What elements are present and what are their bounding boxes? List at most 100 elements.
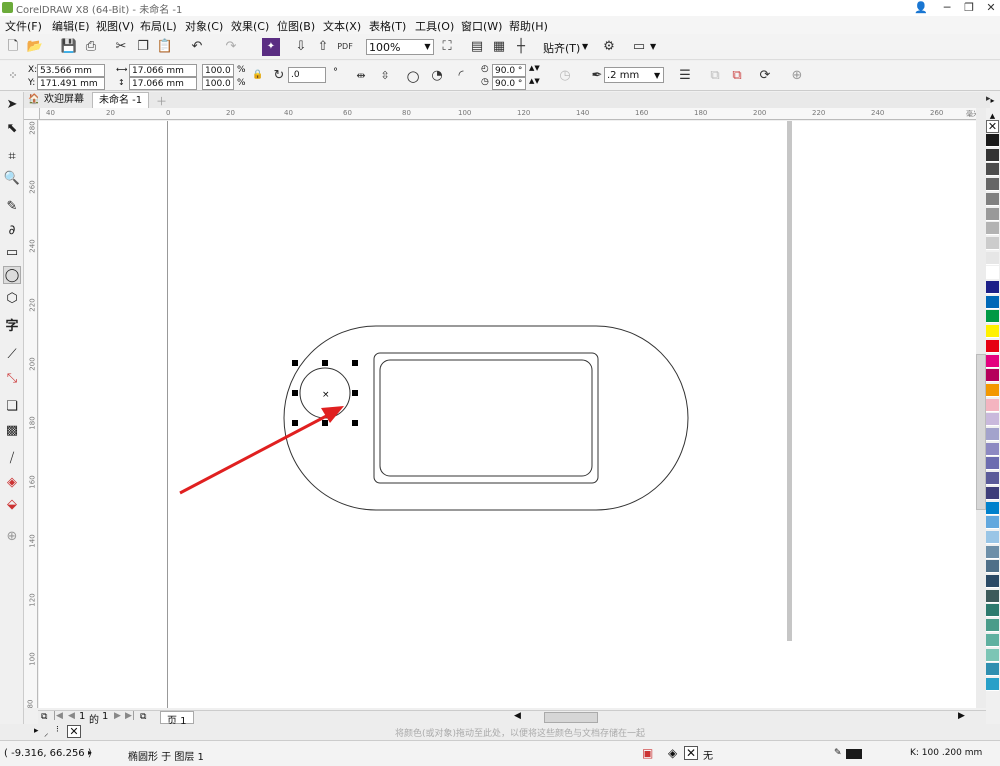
first-page-icon[interactable]: |◀ — [53, 711, 63, 721]
color-swatch[interactable] — [986, 413, 999, 427]
color-swatch[interactable] — [986, 383, 999, 397]
color-swatch[interactable] — [986, 589, 999, 603]
object-origin-icon[interactable]: ⁘ — [4, 67, 22, 85]
color-swatch[interactable] — [986, 619, 999, 633]
menu-window[interactable]: 窗口(W) — [461, 18, 502, 34]
connector-tool-icon[interactable]: ⤡ — [3, 370, 21, 388]
paste-icon[interactable]: 📋 — [156, 38, 174, 56]
color-swatch[interactable] — [986, 663, 999, 677]
fill-none-swatch[interactable]: ✕ — [684, 746, 698, 760]
show-rulers-icon[interactable]: ▤ — [468, 38, 486, 56]
menu-edit[interactable]: 编辑(E) — [52, 18, 90, 34]
menu-table[interactable]: 表格(T) — [369, 18, 406, 34]
menu-file[interactable]: 文件(F) — [5, 18, 42, 34]
smart-fill-tool-icon[interactable]: ⬙ — [3, 496, 21, 514]
color-swatch[interactable] — [986, 457, 999, 471]
color-swatch[interactable] — [986, 369, 999, 383]
redo-icon[interactable]: ↷ — [222, 38, 240, 56]
mirror-horizontal-icon[interactable]: ⇹ — [352, 67, 370, 85]
artistic-media-tool-icon[interactable]: ∂ — [3, 222, 21, 240]
previous-page-icon[interactable]: ◀ — [68, 711, 75, 721]
chevron-down-icon[interactable]: ▼ — [650, 42, 656, 51]
menu-text[interactable]: 文本(X) — [323, 18, 361, 34]
new-document-icon[interactable]: 🗋 — [4, 38, 22, 56]
outline-color-swatch[interactable] — [846, 749, 862, 759]
crop-tool-icon[interactable]: ⌗ — [3, 148, 21, 166]
color-swatch[interactable] — [986, 633, 999, 647]
color-swatch[interactable] — [986, 266, 999, 280]
color-swatch[interactable] — [986, 428, 999, 441]
last-page-icon[interactable]: ▶| — [125, 711, 135, 721]
snap-to-dropdown[interactable]: 贴齐(T) — [543, 40, 580, 56]
show-guidelines-icon[interactable]: ┼ — [512, 38, 530, 56]
cut-icon[interactable]: ✂ — [112, 38, 130, 56]
color-swatch[interactable] — [986, 325, 999, 339]
width-field[interactable]: 17.066 mm — [129, 64, 197, 77]
status-arrow-icon[interactable]: ▸ — [88, 748, 92, 757]
export-icon[interactable]: ⇧ — [314, 38, 332, 56]
convert-to-curves-icon[interactable]: ⟳ — [756, 67, 774, 85]
close-button[interactable]: ✕ — [980, 0, 1000, 16]
interactive-fill-tool-icon[interactable]: ◈ — [3, 474, 21, 492]
chevron-down-icon[interactable]: ▼ — [654, 71, 660, 80]
color-swatch[interactable] — [986, 545, 999, 559]
undo-icon[interactable]: ↶ — [188, 38, 206, 56]
add-page-icon[interactable]: ⧉ — [140, 712, 146, 722]
color-swatch[interactable] — [986, 398, 999, 412]
color-swatch[interactable] — [986, 677, 999, 691]
color-swatch[interactable] — [986, 516, 999, 530]
rectangle-tool-icon[interactable]: ▭ — [3, 244, 21, 262]
no-color-swatch[interactable]: ✕ — [67, 725, 81, 738]
horizontal-ruler[interactable]: 40 20 0 20 40 60 80 100 120 140 160 180 … — [40, 108, 986, 120]
shape-tool-icon[interactable]: ⬉ — [3, 120, 21, 138]
color-swatch[interactable] — [986, 222, 999, 236]
y-position-field[interactable]: 171.491 mm — [37, 77, 105, 90]
menu-effects[interactable]: 效果(C) — [231, 18, 269, 34]
copy-icon[interactable]: ❐ — [134, 38, 152, 56]
account-icon[interactable]: 👤 — [910, 0, 932, 16]
color-swatch[interactable] — [986, 134, 999, 147]
color-swatch[interactable] — [986, 310, 999, 324]
vertical-scroll-thumb[interactable] — [976, 354, 986, 510]
import-icon[interactable]: ⇩ — [292, 38, 310, 56]
color-swatch[interactable] — [986, 192, 999, 206]
publish-pdf-icon[interactable]: PDF — [336, 38, 354, 56]
color-swatch[interactable] — [986, 148, 999, 162]
color-swatch[interactable] — [986, 178, 999, 192]
start-angle-field[interactable]: 90.0 ° — [492, 64, 526, 77]
scroll-right-icon[interactable]: ▶ — [958, 711, 965, 721]
palette-arrow-icon[interactable]: ▸ — [986, 96, 999, 108]
color-swatch[interactable] — [986, 236, 999, 250]
rotation-angle-field[interactable]: .0 — [288, 67, 326, 83]
height-field[interactable]: 17.066 mm — [129, 77, 197, 90]
palette-menu-icon[interactable]: ▸ — [34, 726, 39, 736]
pie-mode-icon[interactable]: ◔ — [428, 67, 446, 85]
open-icon[interactable]: 📂 — [26, 38, 44, 56]
menu-view[interactable]: 视图(V) — [96, 18, 134, 34]
horizontal-scroll-thumb[interactable] — [544, 712, 598, 723]
color-swatch[interactable] — [986, 163, 999, 177]
color-swatch[interactable] — [986, 251, 999, 265]
menu-layout[interactable]: 布局(L) — [140, 18, 177, 34]
menu-tools[interactable]: 工具(O) — [415, 18, 454, 34]
palette-options-icon[interactable]: ⁝ — [56, 725, 59, 735]
tab-untitled-document[interactable]: 未命名 -1 — [92, 92, 150, 108]
pick-tool-icon[interactable]: ➤ — [3, 96, 21, 114]
color-swatch[interactable] — [986, 354, 999, 368]
color-swatch[interactable] — [986, 295, 999, 309]
color-swatch[interactable] — [986, 472, 999, 486]
no-color-swatch[interactable]: ✕ — [986, 120, 999, 133]
arc-mode-icon[interactable]: ◜ — [452, 67, 470, 85]
to-back-icon[interactable]: ⧉ — [728, 67, 746, 85]
show-grid-icon[interactable]: ▦ — [490, 38, 508, 56]
color-swatch[interactable] — [986, 575, 999, 588]
spinner-icon[interactable]: ▲▼ — [529, 77, 540, 85]
chevron-down-icon[interactable]: ▼ — [582, 42, 588, 51]
color-swatch[interactable] — [986, 281, 999, 294]
color-swatch[interactable] — [986, 530, 999, 544]
page-options-icon[interactable]: ⧉ — [41, 712, 47, 722]
menu-bitmap[interactable]: 位图(B) — [277, 18, 315, 34]
palette-scroll-up-icon[interactable]: ▲ — [986, 112, 999, 120]
zoom-tool-icon[interactable]: 🔍 — [3, 170, 21, 188]
mirror-vertical-icon[interactable]: ⇳ — [376, 67, 394, 85]
